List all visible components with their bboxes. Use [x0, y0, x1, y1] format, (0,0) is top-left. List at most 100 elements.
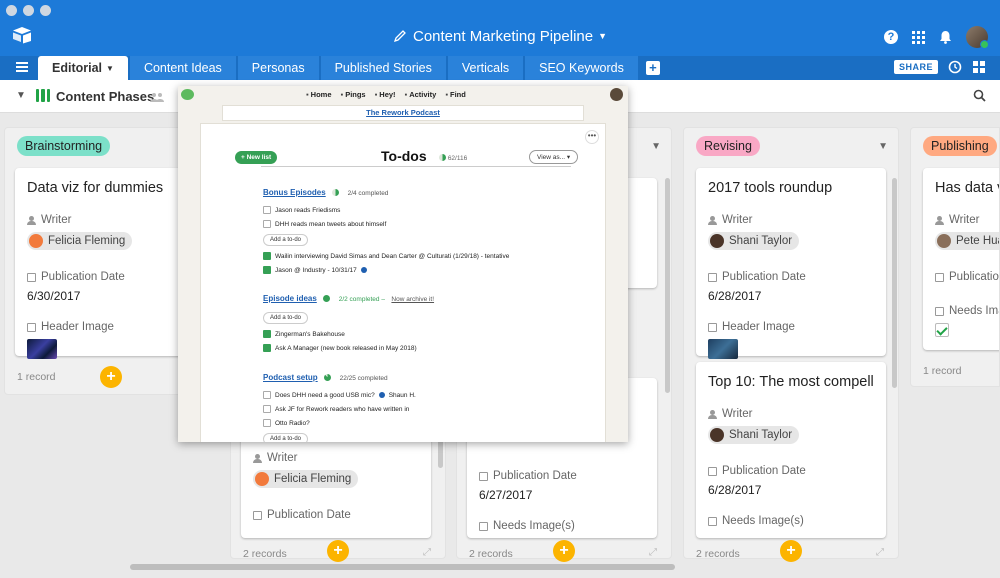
history-icon[interactable]: [948, 60, 962, 74]
add-record-button[interactable]: +: [327, 540, 349, 562]
chevron-down-icon[interactable]: ▼: [651, 141, 661, 152]
todo-checkbox[interactable]: [263, 206, 271, 214]
field-value: 6/28/2017: [708, 289, 762, 303]
todo-checkbox[interactable]: [263, 391, 271, 399]
add-todo-button[interactable]: Add a to-do: [263, 312, 309, 324]
calendar-icon: [27, 272, 36, 282]
nav-pings[interactable]: Pings: [341, 90, 365, 99]
nav-home[interactable]: Home: [306, 90, 332, 99]
header-image-thumbnail[interactable]: [708, 339, 738, 359]
needs-image-checkbox[interactable]: [935, 323, 949, 337]
add-record-button[interactable]: +: [553, 540, 575, 562]
add-table-button[interactable]: +: [645, 61, 660, 75]
list-title[interactable]: Podcast setup: [263, 373, 318, 382]
avatar: [255, 472, 269, 486]
record-card[interactable]: 2017 tools roundup Writer Shani Taylor P…: [696, 168, 886, 359]
blocks-icon[interactable]: [972, 60, 986, 74]
views-toggle-icon[interactable]: ▼: [16, 90, 26, 101]
record-count: 1 record: [923, 365, 962, 377]
apps-grid-icon[interactable]: [912, 30, 925, 44]
record-count: 2 records: [469, 548, 513, 560]
todo-item[interactable]: DHH reads mean tweets about himself: [263, 220, 509, 228]
tab-label: Verticals: [461, 61, 510, 75]
column-header[interactable]: Publishing: [923, 136, 997, 156]
tab-label: Editorial: [52, 61, 103, 75]
todo-checkbox[interactable]: [263, 419, 271, 427]
column-scrollbar[interactable]: [892, 178, 897, 388]
tab-seo-keywords[interactable]: SEO Keywords: [525, 56, 638, 80]
basecamp-logo-icon[interactable]: [181, 89, 194, 100]
todo-checkbox[interactable]: [263, 405, 271, 413]
column-scrollbar[interactable]: [665, 178, 670, 393]
todo-item[interactable]: Jason reads Friedisms: [263, 206, 509, 214]
hamburger-menu-icon[interactable]: [16, 62, 28, 72]
todo-checkbox[interactable]: [263, 344, 271, 352]
nav-find[interactable]: Find: [445, 90, 466, 99]
expand-icon[interactable]: ⤢: [876, 547, 884, 558]
todo-item[interactable]: Does DHH need a good USB mic? Shaun H.: [263, 391, 416, 399]
person-icon: [708, 215, 717, 225]
new-list-button[interactable]: + New list: [235, 151, 278, 164]
tab-editorial[interactable]: Editorial ▼: [38, 56, 128, 80]
breadcrumb[interactable]: The Rework Podcast: [222, 105, 584, 121]
help-icon[interactable]: ?: [884, 30, 898, 44]
calendar-icon: [479, 471, 488, 481]
add-todo-button[interactable]: Add a to-do: [263, 234, 309, 246]
todo-list: Bonus Episodes 2/4 completed Jason reads…: [263, 182, 509, 274]
tab-content-ideas[interactable]: Content Ideas: [129, 56, 236, 80]
chevron-down-icon[interactable]: ▼: [878, 141, 888, 152]
view-name[interactable]: Content Phases: [56, 89, 154, 104]
user-avatar[interactable]: [966, 26, 989, 49]
todo-item[interactable]: Ask JF for Rework readers who have writt…: [263, 405, 416, 413]
list-title[interactable]: Episode ideas: [263, 294, 317, 303]
field-label: Publication Date: [253, 509, 419, 521]
tab-personas[interactable]: Personas: [237, 56, 319, 80]
record-card[interactable]: Has data viz Writer Pete Huang Publicati…: [923, 168, 999, 350]
archive-link[interactable]: Now archive it!: [391, 296, 434, 303]
tab-published-stories[interactable]: Published Stories: [320, 56, 446, 80]
todo-item[interactable]: Ask A Manager (new book released in May …: [263, 344, 434, 352]
header-image-thumbnail[interactable]: [27, 339, 57, 359]
board-horizontal-scrollbar[interactable]: [130, 564, 675, 570]
tab-verticals[interactable]: Verticals: [447, 56, 524, 80]
calendar-icon: [935, 272, 944, 282]
close-window-button[interactable]: [6, 5, 17, 16]
add-record-button[interactable]: +: [100, 366, 122, 388]
expand-icon[interactable]: ⤢: [649, 547, 657, 558]
add-todo-button[interactable]: Add a to-do: [263, 433, 309, 442]
column-header[interactable]: Brainstorming: [17, 136, 111, 156]
search-icon[interactable]: [973, 89, 986, 102]
add-record-button[interactable]: +: [780, 540, 802, 562]
base-title[interactable]: Content Marketing Pipeline ▼: [0, 28, 1000, 45]
share-button[interactable]: SHARE: [893, 60, 938, 74]
todo-checkbox[interactable]: [263, 252, 271, 260]
todo-item[interactable]: Jason @ Industry - 10/31/17: [263, 266, 509, 274]
record-card[interactable]: Writer Felicia Fleming Publication Date: [241, 428, 431, 538]
todo-item[interactable]: Zingerman's Bakehouse: [263, 330, 434, 338]
chevron-down-icon[interactable]: ▼: [106, 64, 114, 73]
record-card[interactable]: Top 10: The most compelling Writer Shani…: [696, 362, 886, 538]
collaborator-pill: Pete Huang: [935, 232, 999, 250]
minimize-window-button[interactable]: [23, 5, 34, 16]
zoom-window-button[interactable]: [40, 5, 51, 16]
todo-item[interactable]: Wailin interviewing David Simas and Dean…: [263, 252, 509, 260]
todo-checkbox[interactable]: [263, 266, 271, 274]
todo-item[interactable]: Otto Radio?: [263, 419, 416, 427]
more-options-icon[interactable]: •••: [585, 130, 599, 144]
todo-checkbox[interactable]: [263, 330, 271, 338]
todo-list: Podcast setup 22/25 completed Does DHH n…: [263, 367, 416, 442]
nav-hey[interactable]: Hey!: [375, 90, 395, 99]
todos-page: ••• + New list To-dos 62/116 View as... …: [200, 123, 606, 442]
column-scrollbar[interactable]: [438, 438, 443, 468]
bell-icon[interactable]: [939, 30, 952, 44]
avatar[interactable]: [610, 88, 623, 101]
nav-activity[interactable]: Activity: [405, 90, 436, 99]
collaborator-pill: Felicia Fleming: [253, 470, 359, 488]
tab-label: Content Ideas: [143, 61, 222, 75]
expand-icon[interactable]: ⤢: [423, 547, 431, 558]
calendar-icon: [253, 510, 262, 520]
column-header[interactable]: Revising: [696, 136, 760, 156]
list-title[interactable]: Bonus Episodes: [263, 188, 326, 197]
todo-checkbox[interactable]: [263, 220, 271, 228]
view-as-dropdown[interactable]: View as... ▾: [529, 150, 579, 164]
